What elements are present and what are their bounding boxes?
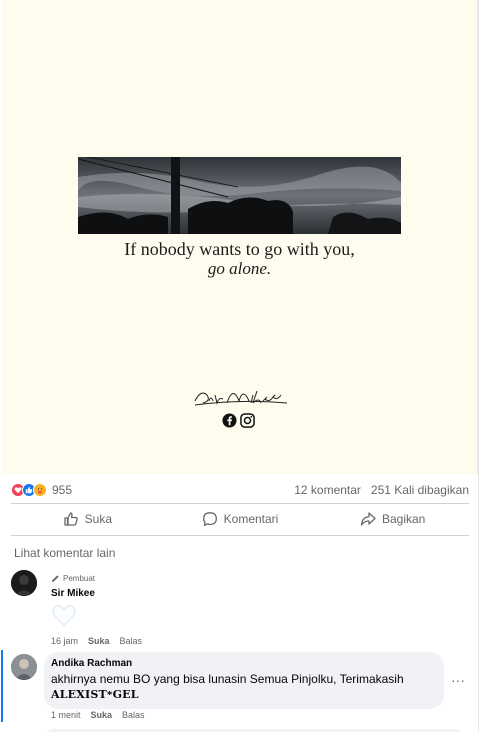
comment-label: Komentari	[223, 512, 279, 526]
comment-time[interactable]: 16 jam	[51, 636, 78, 646]
more-options-button[interactable]: ···	[451, 672, 465, 688]
comment-count[interactable]: 12 komentar	[294, 483, 361, 497]
signature-logo	[194, 390, 288, 406]
reaction-summary[interactable]	[11, 483, 47, 497]
share-icon	[360, 512, 376, 526]
divider-top	[11, 503, 469, 504]
page-edge	[478, 0, 479, 732]
like-label: Suka	[84, 512, 113, 526]
comment-icon	[202, 512, 217, 526]
care-icon	[33, 483, 47, 497]
dusk-photo	[78, 157, 401, 234]
avatar[interactable]	[11, 570, 37, 596]
post-image[interactable]: If nobody wants to go with you, go alone…	[1, 0, 478, 474]
heart-sticker	[51, 602, 77, 628]
comment-time[interactable]: 1 menit	[51, 710, 81, 720]
post-actions: Suka Komentari Bagikan	[11, 505, 469, 533]
like-button[interactable]: Suka	[11, 511, 164, 527]
divider-bottom	[11, 535, 469, 536]
post-stats: 955 12 komentar 251 Kali dibagikan	[11, 480, 469, 500]
view-more-comments-link[interactable]: Lihat komentar lain	[14, 546, 115, 560]
comment-text-styled: 𝐀𝐋𝐄𝐗𝐈𝐒𝐓*𝐆𝐄𝐋	[51, 689, 139, 701]
share-button[interactable]: Bagikan	[316, 511, 469, 527]
quote-line-1: If nobody wants to go with you,	[124, 239, 355, 259]
share-count[interactable]: 251 Kali dibagikan	[371, 483, 469, 497]
commenter-name[interactable]: Andika Rachman	[51, 658, 132, 669]
author-badge-label: Pembuat	[63, 574, 96, 583]
avatar[interactable]	[11, 654, 37, 680]
pencil-icon	[51, 575, 59, 583]
comment-meta: 1 menit Suka Balas	[51, 710, 145, 720]
comment-text: akhirnya nemu BO yang bisa lunasin Semua…	[51, 672, 404, 686]
reaction-count[interactable]: 955	[52, 483, 72, 497]
social-icons	[222, 413, 255, 428]
facebook-icon	[222, 413, 237, 428]
comment-like-button[interactable]: Suka	[91, 710, 113, 720]
comment-reply-button[interactable]: Balas	[122, 710, 145, 720]
author-badge: Pembuat	[51, 574, 95, 583]
instagram-icon	[240, 413, 255, 428]
comment-meta: 16 jam Suka Balas	[51, 636, 142, 646]
comment-button[interactable]: Komentari	[164, 511, 317, 527]
quote-line-2: go alone.	[207, 259, 272, 278]
thumbs-up-icon	[64, 512, 78, 526]
comment-reply-button[interactable]: Balas	[120, 636, 143, 646]
commenter-name[interactable]: Sir Mikee	[51, 588, 95, 599]
share-label: Bagikan	[381, 512, 426, 526]
comment-like-button[interactable]: Suka	[88, 636, 110, 646]
highlight-bar	[1, 650, 3, 722]
